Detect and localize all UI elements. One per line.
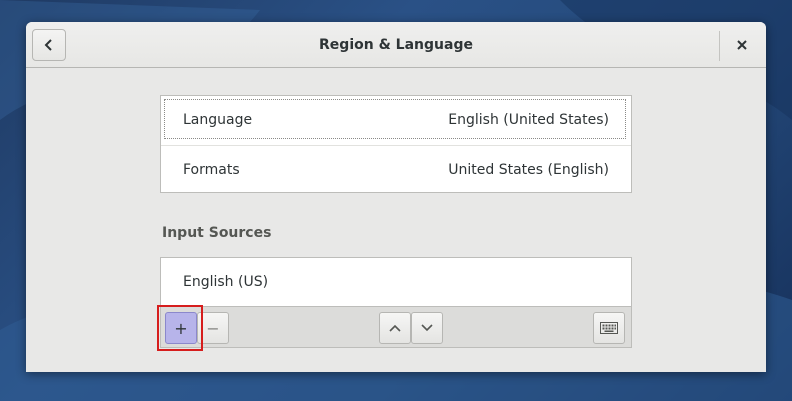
annotation-highlight	[157, 305, 203, 351]
header-bar: Region & Language	[26, 22, 766, 68]
language-label: Language	[183, 112, 253, 128]
input-keyboard-icon	[600, 322, 618, 334]
go-down-icon	[421, 324, 433, 332]
input-sources-heading: Input Sources	[162, 225, 272, 241]
move-down-button[interactable]	[411, 312, 443, 344]
window-title: Region & Language	[319, 37, 473, 53]
list-remove-icon: −	[206, 318, 220, 338]
go-up-icon	[389, 324, 401, 332]
language-formats-list: Language English (United States) Formats…	[160, 95, 632, 193]
formats-row[interactable]: Formats United States (English)	[161, 145, 631, 194]
move-up-button[interactable]	[379, 312, 411, 344]
close-button[interactable]	[726, 31, 758, 59]
input-sources-list: English (US)	[160, 257, 632, 308]
formats-label: Formats	[183, 162, 240, 178]
input-source-label: English (US)	[183, 274, 269, 290]
formats-value: United States (English)	[448, 162, 609, 178]
input-source-item[interactable]: English (US)	[161, 258, 631, 306]
language-row[interactable]: Language English (United States)	[161, 96, 631, 144]
window-close-icon	[737, 40, 747, 50]
region-language-window: Region & Language Language English (Unit…	[26, 22, 766, 372]
input-sources-toolbar: + −	[160, 306, 632, 348]
show-keyboard-layout-button[interactable]	[593, 312, 625, 344]
language-value: English (United States)	[448, 112, 609, 128]
header-separator	[719, 31, 720, 61]
